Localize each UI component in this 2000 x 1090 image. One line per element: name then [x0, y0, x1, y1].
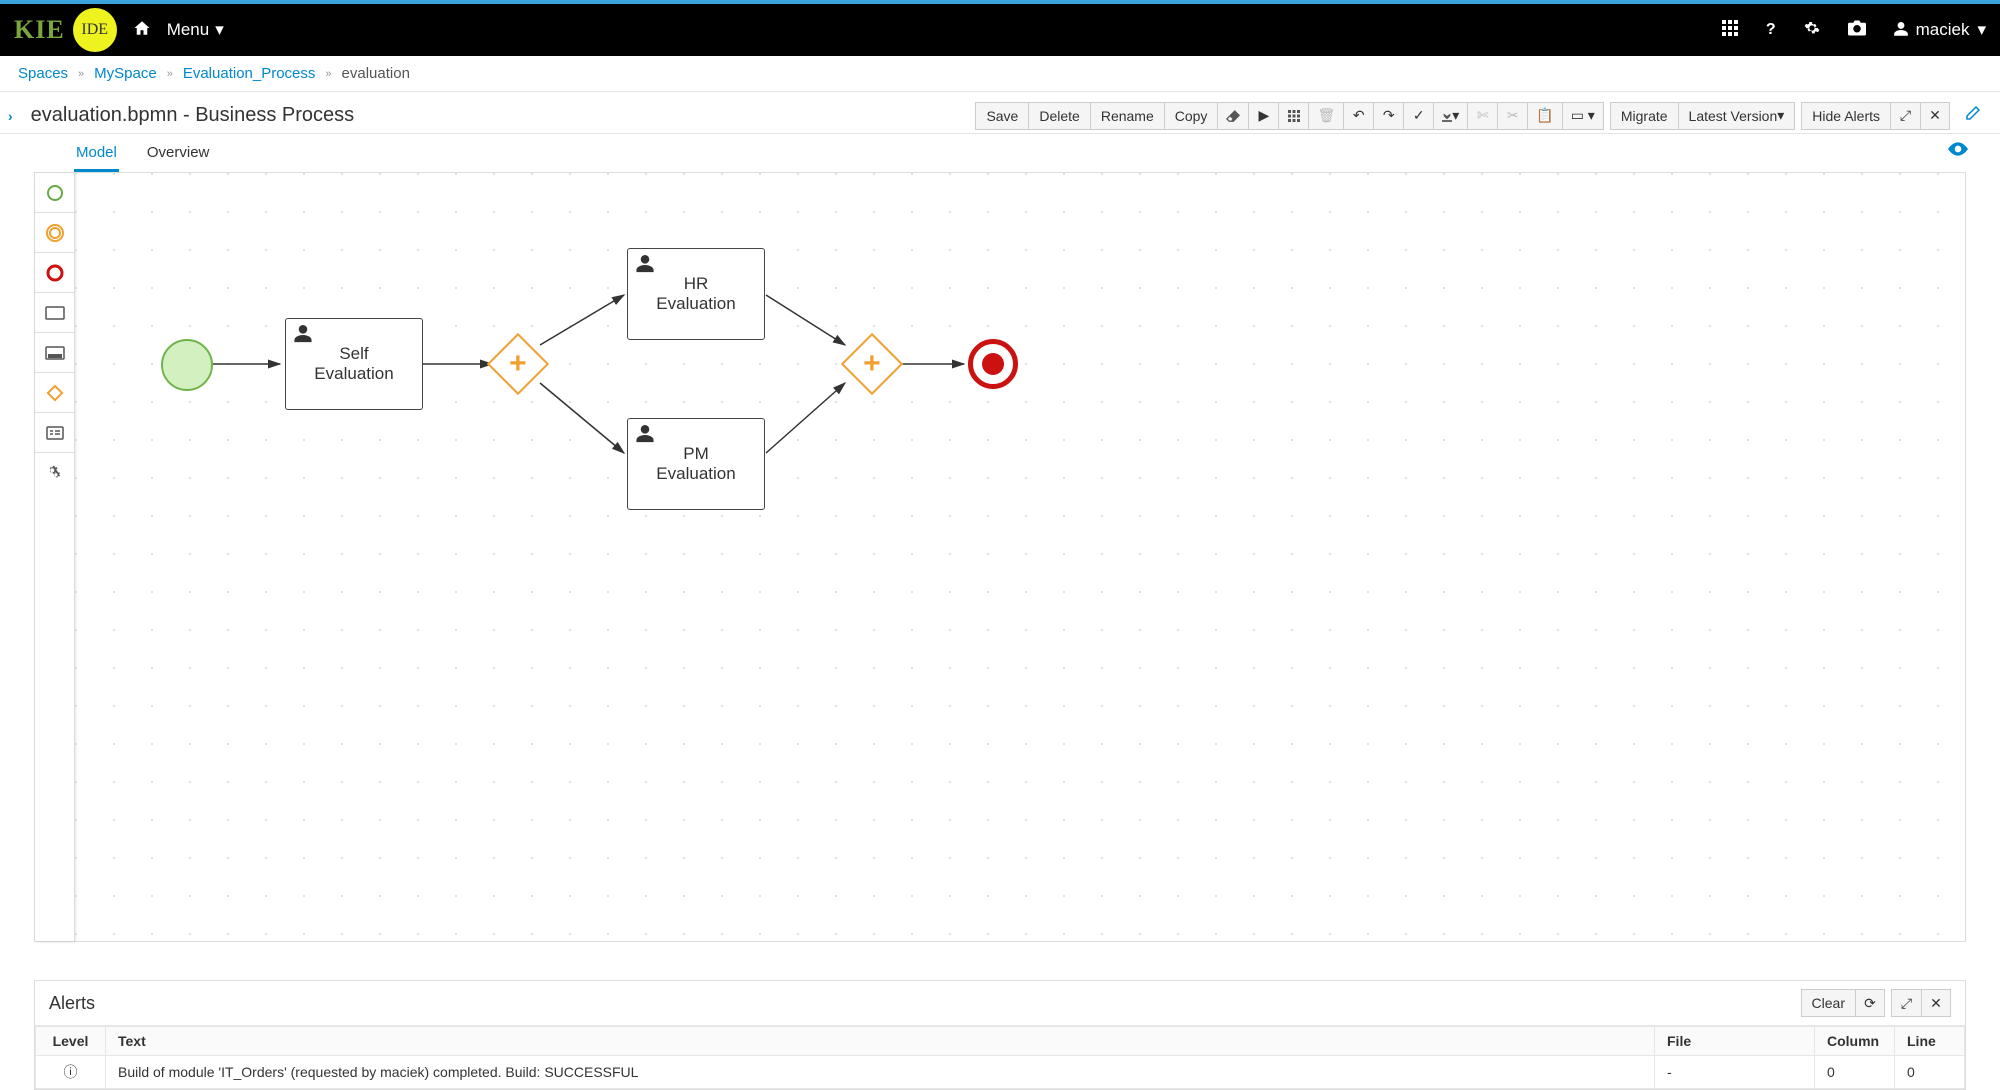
alerts-title: Alerts	[49, 993, 1801, 1014]
col-column: Column	[1815, 1027, 1895, 1056]
scissors-icon[interactable]: ✂	[1497, 102, 1527, 130]
flow-connectors	[75, 173, 1475, 773]
undo-icon[interactable]: ↶	[1343, 102, 1373, 130]
bpmn-task-hr-evaluation[interactable]: HR Evaluation	[627, 248, 765, 340]
alert-line: 0	[1895, 1056, 1965, 1089]
help-icon[interactable]: ?	[1766, 21, 1776, 39]
migrate-button[interactable]: Migrate	[1610, 102, 1678, 130]
expand-sidebar-icon[interactable]: ›	[8, 108, 13, 124]
menu-button[interactable]: Menu ▾	[167, 20, 224, 40]
col-file: File	[1655, 1027, 1815, 1056]
title-row: › evaluation.bpmn - Business Process Sav…	[0, 92, 2000, 134]
play-icon[interactable]: ▶	[1248, 102, 1278, 130]
breadcrumb: Spaces » MySpace » Evaluation_Process » …	[0, 56, 2000, 92]
task-label: PM Evaluation	[656, 444, 735, 485]
alert-text: Build of module 'IT_Orders' (requested b…	[106, 1056, 1655, 1089]
breadcrumb-link[interactable]: Spaces	[18, 65, 68, 82]
paste-icon[interactable]: 📋	[1527, 102, 1561, 130]
palette-end-event[interactable]	[35, 253, 74, 293]
expand-icon[interactable]: ⤢	[1890, 102, 1920, 130]
chevron-down-icon: ▾	[1977, 20, 1986, 40]
app-header: KIE IDE Menu ▾ ? maciek ▾	[0, 4, 2000, 56]
breadcrumb-link[interactable]: Evaluation_Process	[183, 65, 316, 82]
user-name: maciek	[1916, 20, 1970, 40]
toolbar: Save Delete Rename Copy ▶ 🗑 ↶ ↷ ✓ ▾ ✄ ✂ …	[975, 102, 1950, 130]
alerts-panel: Alerts Clear ⟳ ⤢ ✕ Level Text File Colum…	[34, 980, 1966, 1090]
chevron-right-icon: »	[167, 68, 173, 80]
palette-gateway[interactable]	[35, 373, 74, 413]
version-dropdown[interactable]: Latest Version ▾	[1678, 102, 1796, 130]
home-icon[interactable]	[133, 19, 151, 42]
close-icon[interactable]: ✕	[1921, 989, 1951, 1017]
bpmn-end-event[interactable]	[968, 339, 1018, 389]
eraser-icon[interactable]	[1217, 102, 1248, 130]
palette-data-object[interactable]	[35, 413, 74, 453]
chevron-down-icon: ▾	[215, 20, 224, 40]
check-icon[interactable]: ✓	[1403, 102, 1433, 130]
delete-button[interactable]: Delete	[1028, 102, 1089, 130]
hide-alerts-button[interactable]: Hide Alerts	[1801, 102, 1890, 130]
tabs: Model Overview	[34, 134, 1966, 172]
logo-ide: IDE	[73, 8, 117, 52]
workspace: Self Evaluation + HR Evaluation PM Evalu…	[34, 172, 1966, 942]
refresh-icon[interactable]: ⟳	[1855, 989, 1885, 1017]
user-task-icon	[636, 255, 654, 281]
palette-intermediate-event[interactable]	[35, 213, 74, 253]
redo-icon[interactable]: ↷	[1373, 102, 1403, 130]
menu-label: Menu	[167, 20, 210, 40]
table-row[interactable]: ⓘ Build of module 'IT_Orders' (requested…	[36, 1056, 1965, 1089]
task-label: Self Evaluation	[314, 344, 393, 385]
clear-button[interactable]: Clear	[1801, 989, 1855, 1017]
grid-icon[interactable]	[1278, 102, 1308, 130]
edit-icon[interactable]	[1964, 104, 1982, 127]
chevron-right-icon: »	[78, 68, 84, 80]
col-line: Line	[1895, 1027, 1965, 1056]
cut-icon[interactable]: ✄	[1467, 102, 1497, 130]
canvas[interactable]: Self Evaluation + HR Evaluation PM Evalu…	[75, 173, 1965, 941]
copy-button[interactable]: Copy	[1164, 102, 1218, 130]
col-level: Level	[36, 1027, 106, 1056]
breadcrumb-current: evaluation	[342, 65, 410, 82]
user-menu[interactable]: maciek ▾	[1894, 20, 1986, 40]
camera-icon[interactable]	[1848, 20, 1866, 41]
close-icon[interactable]: ✕	[1920, 102, 1950, 130]
col-text: Text	[106, 1027, 1655, 1056]
bpmn-start-event[interactable]	[161, 339, 213, 391]
alerts-table: Level Text File Column Line ⓘ Build of m…	[35, 1026, 1965, 1089]
layout-icon[interactable]: ▭ ▾	[1562, 102, 1604, 130]
alert-column: 0	[1815, 1056, 1895, 1089]
palette-start-event[interactable]	[35, 173, 74, 213]
tab-overview[interactable]: Overview	[145, 134, 212, 172]
expand-icon[interactable]: ⤢	[1891, 989, 1921, 1017]
bpmn-task-self-evaluation[interactable]: Self Evaluation	[285, 318, 423, 410]
palette	[35, 173, 75, 941]
rename-button[interactable]: Rename	[1090, 102, 1164, 130]
palette-subprocess[interactable]	[35, 333, 74, 373]
logo-kie: KIE	[14, 15, 65, 45]
gear-icon[interactable]	[1804, 20, 1820, 41]
info-icon: ⓘ	[36, 1056, 106, 1089]
page-title: evaluation.bpmn - Business Process	[31, 104, 976, 127]
eye-icon[interactable]	[1948, 140, 1968, 161]
apps-icon[interactable]	[1722, 20, 1738, 41]
user-task-icon	[636, 425, 654, 451]
task-label: HR Evaluation	[656, 274, 735, 315]
palette-task[interactable]	[35, 293, 74, 333]
bpmn-task-pm-evaluation[interactable]: PM Evaluation	[627, 418, 765, 510]
chevron-right-icon: »	[325, 68, 331, 80]
tab-model[interactable]: Model	[74, 134, 119, 172]
download-icon[interactable]: ▾	[1433, 102, 1467, 130]
user-task-icon	[294, 325, 312, 351]
breadcrumb-link[interactable]: MySpace	[94, 65, 157, 82]
trash-icon[interactable]: 🗑	[1308, 102, 1343, 130]
alert-file: -	[1655, 1056, 1815, 1089]
palette-service-task[interactable]	[35, 453, 74, 493]
save-button[interactable]: Save	[975, 102, 1028, 130]
person-icon	[1894, 22, 1908, 38]
